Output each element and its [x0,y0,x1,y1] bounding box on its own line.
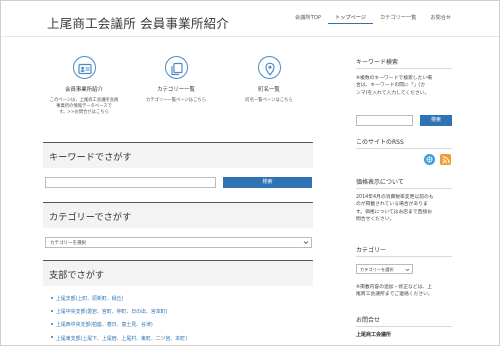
chevron-down-icon [303,241,309,245]
nav-top-page[interactable]: トップページ [327,14,373,24]
nav-category-list[interactable]: カテゴリー一覧 [373,14,423,24]
page: 上尾商工会議所 会員事業所紹介 会議所TOP トップページ カテゴリー一覧 お問… [0,0,500,346]
sidebar-contact-org: 上尾商工会議所 [356,332,392,338]
rss-feed-icon[interactable] [440,154,451,165]
sidebar-search-button[interactable]: 検索 [420,115,452,126]
sidebar-search-input[interactable] [356,115,413,126]
nav-contact[interactable]: お問合せ [423,14,458,24]
sidebar-keyword-help: ※複数のキーワードで検索したい場 合は、キーワードの間に「」(カ ンマ)を入れて… [356,76,432,96]
sidebar-category-title: カテゴリー [356,247,387,254]
sidebar-price-text: 2014年4月の消費税率変更以前のも のが掲載されている場合がありま す。価格に… [356,195,434,223]
site-title[interactable]: 上尾商工会議所 会員事業所紹介 [47,13,229,32]
nav-chamber-top[interactable]: 会議所TOP [288,14,328,24]
card-title: 町名一覧 [258,87,280,93]
divider [356,148,452,149]
divider [356,326,452,327]
copy-icon [164,56,188,79]
sidebar-category-select[interactable]: カテゴリーを選択 [356,264,413,274]
branch-link[interactable]: 上尾中央支部(愛宕、宮町、仲町、日の出、宮本町) [51,308,187,315]
sidebar-rss-title: このサイトのRSS [356,139,404,146]
branch-link[interactable]: 上尾西中央支部(柏座、春日、富士見、谷津) [51,321,187,328]
card-category-list[interactable]: カテゴリー一覧 カテゴリー一覧ページはこちら [140,56,212,104]
card-description: このページは、上尾商工会議所会員 事業所の情報データベースで す。>>お問合せは… [49,98,119,116]
sidebar-keyword-title: キーワード検索 [356,59,399,66]
divider [356,256,452,257]
sidebar-notice: ※掲載内容の追加・修正などは、上 尾商工会議所までご連絡ください。 [356,285,433,298]
branch-section-heading: 支部でさがす [43,260,313,286]
header-divider [1,36,499,37]
sidebar-price-title: 価格表示について [356,179,404,186]
card-title: 会員事業所紹介 [65,87,103,93]
branch-link[interactable]: 上尾東支部(上尾下、上尾宿、上尾村、東町、二ツ宮、本町) [51,335,187,342]
branch-link[interactable]: 上尾支部(上町、原新町、緑丘) [51,295,187,302]
divider [356,188,452,189]
card-description: カテゴリー一覧ページはこちら [145,98,207,103]
branch-list: 上尾支部(上町、原新町、緑丘) 上尾中央支部(愛宕、宮町、仲町、日の出、宮本町)… [51,295,187,345]
rss-reader-icon[interactable] [424,154,435,165]
sidebar-contact-title: お問合せ [356,317,381,324]
category-select[interactable]: カテゴリーを選択 [45,237,312,248]
divider [356,68,452,69]
keyword-section-heading: キーワードでさがす [43,142,313,168]
global-nav: 会議所TOP トップページ カテゴリー一覧 お問合せ [288,14,458,24]
card-description: 町名一覧ページはこちら [245,98,293,103]
card-member-intro[interactable]: 会員事業所紹介 このページは、上尾商工会議所会員 事業所の情報データベースで す… [48,56,120,117]
category-section-heading: カテゴリーでさがす [43,202,313,228]
card-title: カテゴリー一覧 [157,87,195,93]
id-card-icon [72,56,96,79]
map-marker-icon [257,56,281,79]
card-town-list[interactable]: 町名一覧 町名一覧ページはこちら [233,56,305,104]
chevron-down-icon [405,268,410,271]
keyword-search-button[interactable]: 検索 [223,177,312,188]
keyword-search-input[interactable] [45,177,216,188]
